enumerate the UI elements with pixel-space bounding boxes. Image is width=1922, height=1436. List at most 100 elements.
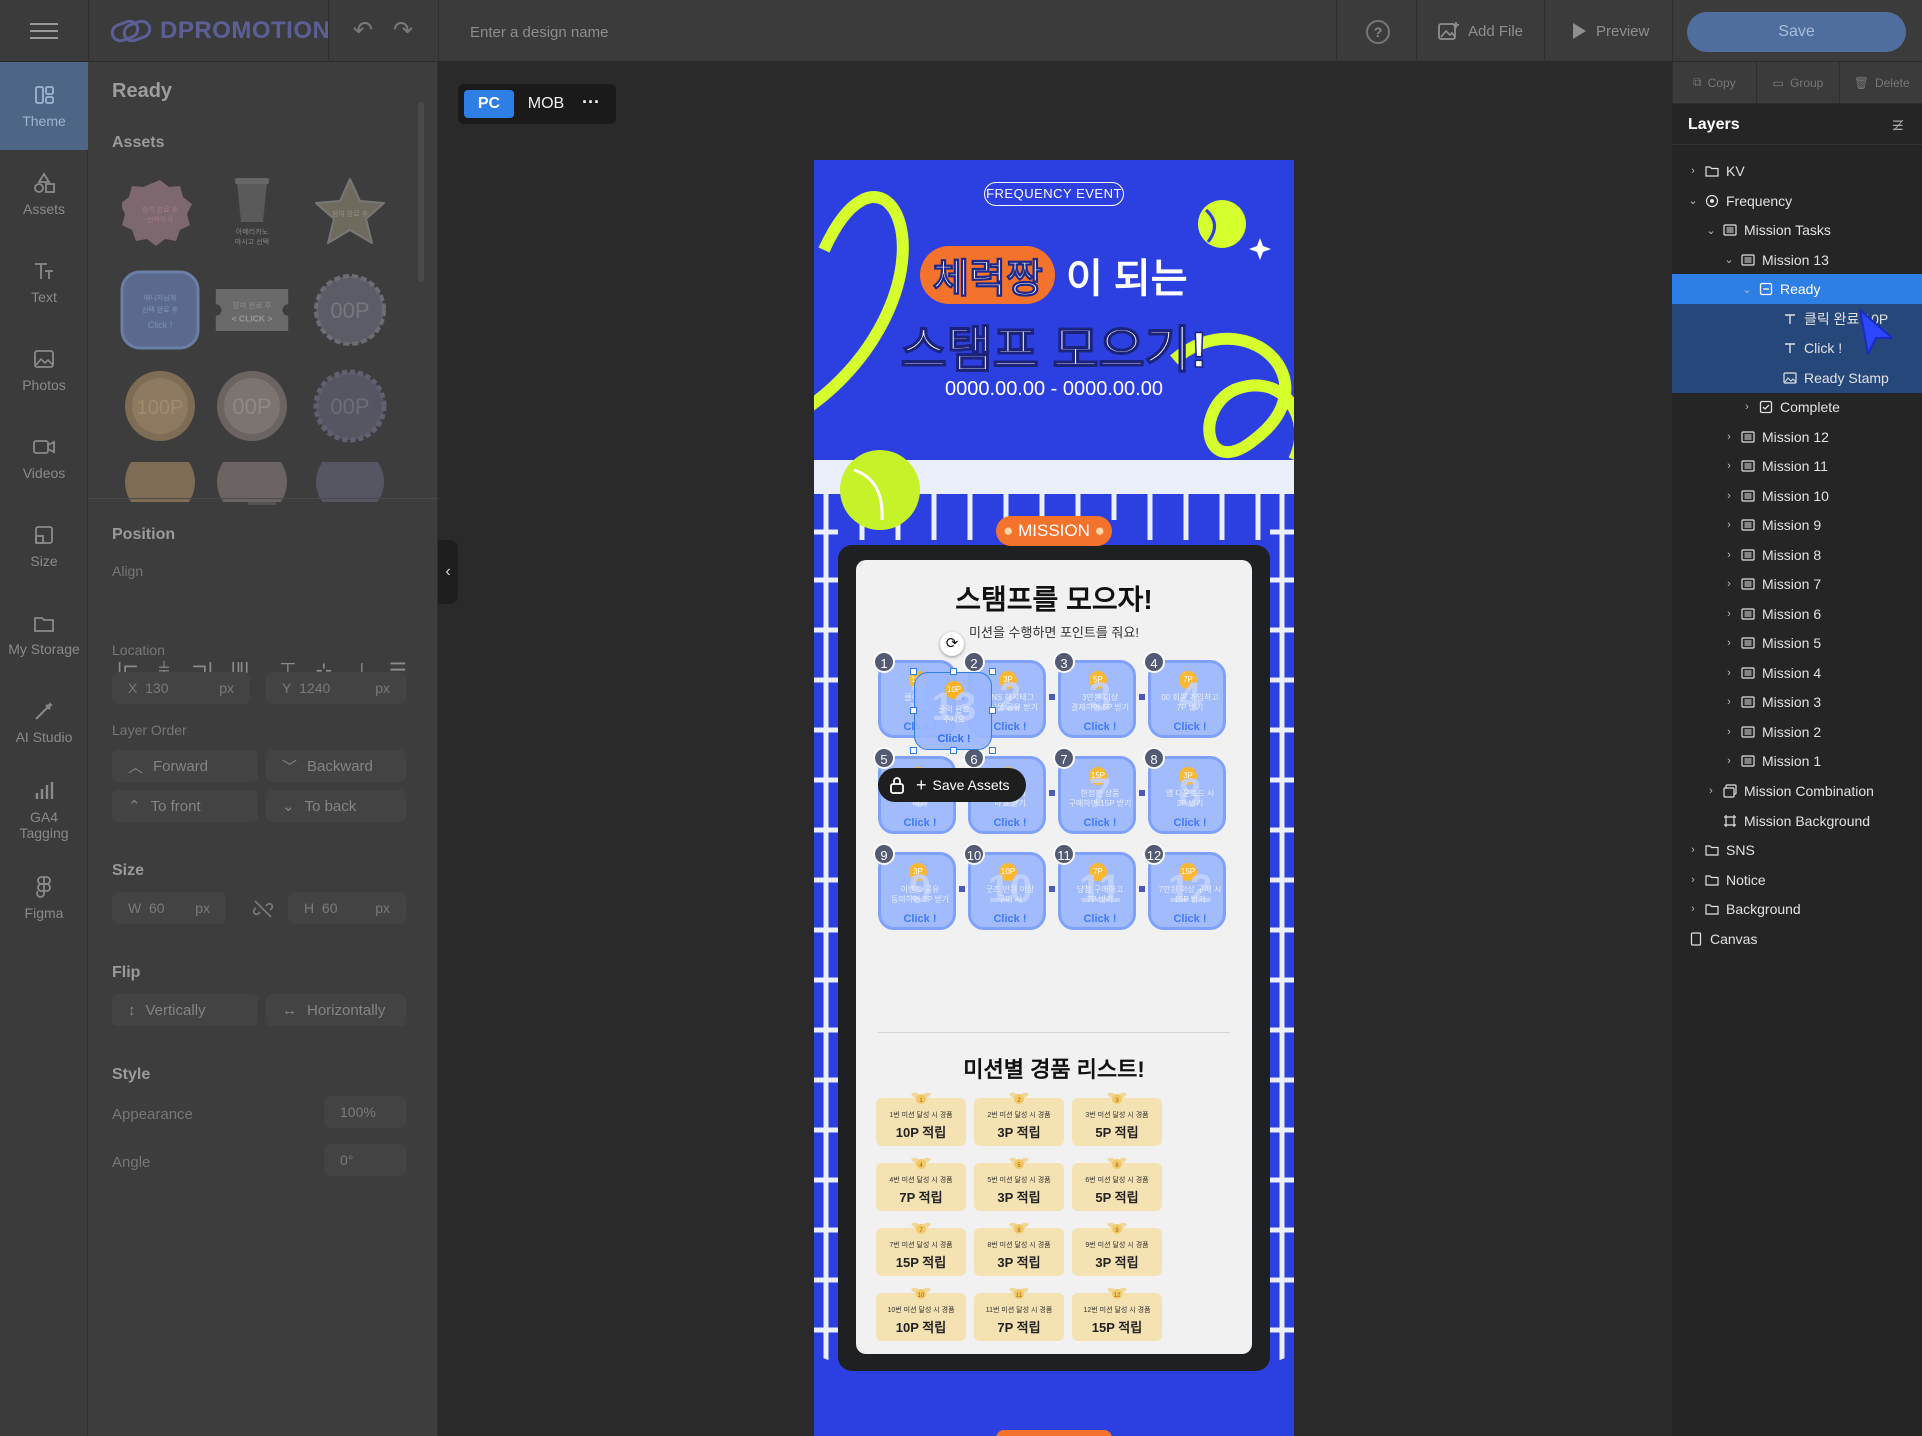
y-input[interactable]: Y 1240 px xyxy=(266,672,406,704)
group-button[interactable]: ▭ Group xyxy=(1757,62,1841,103)
sidebar-item-figma[interactable]: Figma xyxy=(0,854,88,942)
tab-mob[interactable]: MOB xyxy=(522,90,570,118)
layer-item[interactable]: ⌄ Frequency xyxy=(1672,186,1922,216)
to-back-button[interactable]: ⌄ To back xyxy=(266,790,406,822)
resize-handle[interactable] xyxy=(910,707,917,714)
stamp-11[interactable]: 7P 11 당첨 구매하고 7P 받기 Click ! 11 xyxy=(1053,843,1136,930)
layer-item[interactable]: › Mission Combination xyxy=(1672,776,1922,806)
chevron-right-icon[interactable]: › xyxy=(1740,401,1754,413)
resize-handle[interactable] xyxy=(248,502,276,505)
add-file-button[interactable]: Add File xyxy=(1438,18,1523,44)
layer-item[interactable]: › Mission 9 xyxy=(1672,510,1922,540)
chevron-down-icon[interactable]: ⌄ xyxy=(1686,194,1700,207)
layer-item[interactable]: › Mission 11 xyxy=(1672,451,1922,481)
sidebar-item-assets[interactable]: Assets xyxy=(0,150,88,238)
layer-item[interactable]: › Mission 4 xyxy=(1672,658,1922,688)
asset-coin-partial[interactable] xyxy=(212,462,292,502)
layer-item[interactable]: › Mission 1 xyxy=(1672,746,1922,776)
chevron-right-icon[interactable]: › xyxy=(1722,755,1736,767)
copy-button[interactable]: ⧉ Copy xyxy=(1673,62,1757,103)
rotate-icon[interactable]: ⟳ xyxy=(940,632,964,656)
preview-button[interactable]: Preview xyxy=(1570,18,1649,44)
layer-item[interactable]: › Mission 2 xyxy=(1672,717,1922,747)
chevron-right-icon[interactable]: › xyxy=(1686,903,1700,915)
lock-icon[interactable] xyxy=(888,776,906,794)
stamp-10[interactable]: 10P 10 굿즈 만원 이상 구매 시 Click ! 10 xyxy=(963,843,1046,930)
resize-handle[interactable] xyxy=(989,747,996,754)
stamp-8[interactable]: 3P 8 앱 다운로드 시 3P 받기 Click ! 8 xyxy=(1143,747,1226,834)
resize-handle[interactable] xyxy=(950,668,957,675)
chevron-right-icon[interactable]: › xyxy=(1722,460,1736,472)
layer-item[interactable]: › Complete xyxy=(1672,392,1922,422)
sidebar-item-my-storage[interactable]: My Storage xyxy=(0,590,88,678)
chevron-right-icon[interactable]: › xyxy=(1722,696,1736,708)
width-input[interactable]: W 60 px xyxy=(112,892,226,924)
stamp-4[interactable]: 7P 4 00 회원 가입하고 7P 받기 Click ! 4 xyxy=(1143,651,1226,738)
layer-item[interactable]: › KV xyxy=(1672,156,1922,186)
resize-handle[interactable] xyxy=(950,747,957,754)
x-input[interactable]: X 130 px xyxy=(112,672,250,704)
to-front-button[interactable]: ⌃ To front xyxy=(112,790,258,822)
chevron-right-icon[interactable]: › xyxy=(1722,519,1736,531)
delete-button[interactable]: 🗑 Delete xyxy=(1840,62,1922,103)
resize-handle[interactable] xyxy=(910,668,917,675)
redo-icon[interactable]: ↷ xyxy=(390,18,416,44)
chevron-right-icon[interactable]: › xyxy=(1722,578,1736,590)
layer-item[interactable]: › Mission 7 xyxy=(1672,569,1922,599)
sidebar-item-theme[interactable]: Theme xyxy=(0,62,88,150)
unlink-icon[interactable] xyxy=(252,898,274,920)
chevron-right-icon[interactable]: › xyxy=(1686,844,1700,856)
chevron-right-icon[interactable]: › xyxy=(1686,165,1700,177)
chevron-down-icon[interactable]: ⌄ xyxy=(1722,253,1736,266)
chevron-right-icon[interactable]: › xyxy=(1722,637,1736,649)
chevron-right-icon[interactable]: › xyxy=(1722,608,1736,620)
selected-stamp[interactable]: 10P 13 클릭 완료 주세요 Click ! xyxy=(914,672,992,750)
asset-cup[interactable]: 아메리카노 마시고 선택 xyxy=(212,174,292,254)
flip-vertical-button[interactable]: ↕ Vertically xyxy=(112,994,258,1026)
forward-button[interactable]: ︿ Forward xyxy=(112,750,258,782)
asset-seal-dark[interactable]: 00P xyxy=(310,366,390,446)
layer-item[interactable]: › SNS xyxy=(1672,835,1922,865)
asset-coin-gold[interactable]: 100P xyxy=(120,366,200,446)
sidebar-item-ai-studio[interactable]: AI Studio xyxy=(0,678,88,766)
scrollbar[interactable] xyxy=(418,102,424,282)
layer-item[interactable]: ⌄ Mission 13 xyxy=(1672,245,1922,275)
layer-item[interactable]: Ready Stamp xyxy=(1672,362,1922,393)
sidebar-item-size[interactable]: Size xyxy=(0,502,88,590)
asset-coin-partial[interactable] xyxy=(120,462,200,502)
design-name-input[interactable] xyxy=(470,20,970,44)
resize-handle[interactable] xyxy=(910,747,917,754)
chevron-right-icon[interactable]: › xyxy=(1722,490,1736,502)
chevron-right-icon[interactable]: › xyxy=(1686,874,1700,886)
tab-pc[interactable]: PC xyxy=(464,90,514,118)
asset-seal-partial[interactable] xyxy=(310,462,390,502)
menu-icon[interactable] xyxy=(26,18,62,44)
help-icon[interactable]: ? xyxy=(1366,20,1390,44)
chevron-down-icon[interactable]: ⌄ xyxy=(1704,224,1718,237)
flip-horizontal-button[interactable]: ↔ Horizontally xyxy=(266,994,406,1026)
save-button[interactable]: Save xyxy=(1687,12,1906,52)
resize-handle[interactable] xyxy=(989,707,996,714)
save-assets-button[interactable]: + Save Assets xyxy=(916,775,1010,796)
asset-seal[interactable]: 00P xyxy=(310,270,390,350)
chevron-right-icon[interactable]: › xyxy=(1722,667,1736,679)
height-input[interactable]: H 60 px xyxy=(288,892,406,924)
layer-item[interactable]: › Notice xyxy=(1672,865,1922,895)
backward-button[interactable]: ﹀ Backward xyxy=(266,750,406,782)
chevron-down-icon[interactable]: ⌄ xyxy=(1740,283,1754,296)
asset-badge[interactable]: 참여 완료 후 선택하기 xyxy=(120,174,200,254)
chevron-right-icon[interactable]: › xyxy=(1722,726,1736,738)
asset-coin-silver[interactable]: 00P xyxy=(212,366,292,446)
layer-item[interactable]: › Mission 6 xyxy=(1672,599,1922,629)
angle-input[interactable]: 0° xyxy=(324,1144,406,1176)
layer-item[interactable]: › Mission 10 xyxy=(1672,481,1922,511)
sidebar-item-text[interactable]: Text xyxy=(0,238,88,326)
stamp-3[interactable]: 5P 3 3만원 이상 결제하면 5P 받기 Click ! 3 xyxy=(1053,651,1136,738)
layer-item[interactable]: › Mission 3 xyxy=(1672,687,1922,717)
chevron-right-icon[interactable]: › xyxy=(1704,785,1718,797)
sidebar-item-photos[interactable]: Photos xyxy=(0,326,88,414)
sidebar-item-videos[interactable]: Videos xyxy=(0,414,88,502)
layer-item[interactable]: Canvas xyxy=(1672,924,1922,954)
more-icon[interactable]: ··· xyxy=(576,90,606,118)
layer-item[interactable]: ⌄ Mission Tasks xyxy=(1672,215,1922,245)
